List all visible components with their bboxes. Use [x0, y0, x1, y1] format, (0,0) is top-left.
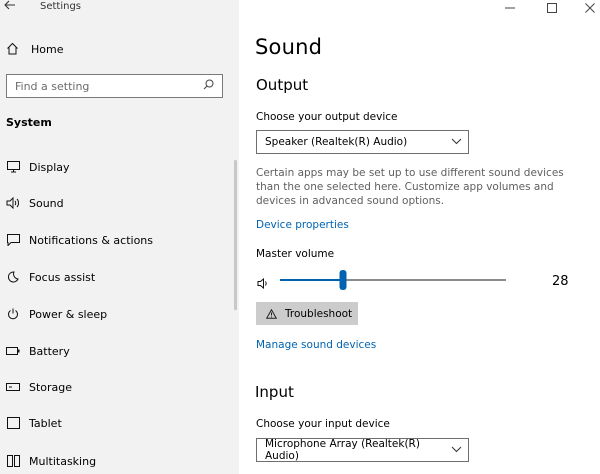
sidebar-item-sound[interactable]: Sound [0, 191, 234, 215]
output-device-dropdown[interactable]: Speaker (Realtek(R) Audio) [256, 130, 469, 154]
sidebar-item-storage[interactable]: Storage [0, 375, 234, 399]
output-heading: Output [256, 76, 309, 94]
section-heading-system: System [6, 116, 52, 129]
battery-icon [6, 344, 20, 358]
sidebar-item-display[interactable]: Display [0, 155, 234, 179]
sidebar: Settings Home System Display Sound Notif… [0, 0, 239, 474]
speaker-icon [6, 196, 20, 210]
sidebar-item-label: Sound [29, 196, 64, 210]
sidebar-item-tablet[interactable]: Tablet [0, 411, 234, 435]
maximize-icon[interactable] [545, 2, 559, 14]
sidebar-item-label: Notifications & actions [29, 233, 154, 247]
home-nav[interactable]: Home [6, 40, 63, 58]
search-box[interactable] [6, 74, 223, 98]
master-volume-slider[interactable] [280, 270, 506, 290]
close-icon[interactable] [583, 2, 597, 14]
storage-icon [6, 380, 20, 394]
volume-slider-fill [280, 279, 344, 281]
sidebar-item-multitasking[interactable]: Multitasking [0, 449, 234, 473]
chevron-down-icon [451, 136, 462, 148]
input-heading: Input [255, 383, 294, 401]
input-device-label: Choose your input device [256, 418, 390, 430]
sidebar-item-label: Multitasking [29, 454, 97, 468]
sidebar-item-notifications[interactable]: Notifications & actions [0, 228, 234, 252]
volume-value: 28 [552, 274, 569, 289]
tablet-icon [6, 416, 20, 430]
output-device-label: Choose your output device [256, 111, 398, 123]
sidebar-item-label: Focus assist [29, 270, 96, 284]
device-properties-link[interactable]: Device properties [256, 219, 349, 231]
sidebar-item-power-sleep[interactable]: Power & sleep [0, 302, 234, 326]
window-title: Settings [40, 1, 82, 12]
moon-icon [6, 270, 20, 284]
volume-speaker-icon[interactable] [257, 274, 269, 293]
search-icon[interactable] [203, 79, 214, 93]
input-device-dropdown[interactable]: Microphone Array (Realtek(R) Audio) [256, 438, 469, 462]
input-device-value: Microphone Array (Realtek(R) Audio) [265, 438, 420, 462]
output-description: Certain apps may be set up to use differ… [256, 167, 564, 207]
manage-sound-devices-link[interactable]: Manage sound devices [256, 339, 376, 351]
notification-icon [6, 233, 20, 247]
volume-slider-thumb[interactable] [339, 270, 347, 290]
warning-icon [266, 308, 277, 319]
master-volume-label: Master volume [256, 248, 335, 260]
home-icon [6, 40, 19, 59]
sidebar-item-label: Power & sleep [29, 307, 108, 321]
monitor-icon [6, 160, 20, 174]
output-device-value: Speaker (Realtek(R) Audio) [265, 136, 408, 148]
sidebar-item-battery[interactable]: Battery [0, 339, 234, 363]
home-label: Home [31, 42, 64, 56]
sidebar-item-label: Storage [29, 380, 73, 394]
minimize-icon[interactable] [503, 2, 517, 14]
sidebar-item-label: Battery [29, 344, 70, 358]
sidebar-scrollbar[interactable] [234, 160, 237, 310]
search-input[interactable] [15, 79, 195, 93]
chevron-down-icon [451, 444, 462, 456]
sidebar-item-label: Display [29, 160, 70, 174]
multitasking-icon [6, 454, 20, 468]
sidebar-item-label: Tablet [29, 416, 62, 430]
troubleshoot-button[interactable]: Troubleshoot [256, 302, 358, 325]
page-title: Sound [255, 35, 323, 59]
back-arrow-icon[interactable] [4, 0, 20, 14]
sidebar-item-focus-assist[interactable]: Focus assist [0, 265, 234, 289]
power-icon [6, 307, 20, 321]
troubleshoot-label: Troubleshoot [285, 307, 353, 320]
